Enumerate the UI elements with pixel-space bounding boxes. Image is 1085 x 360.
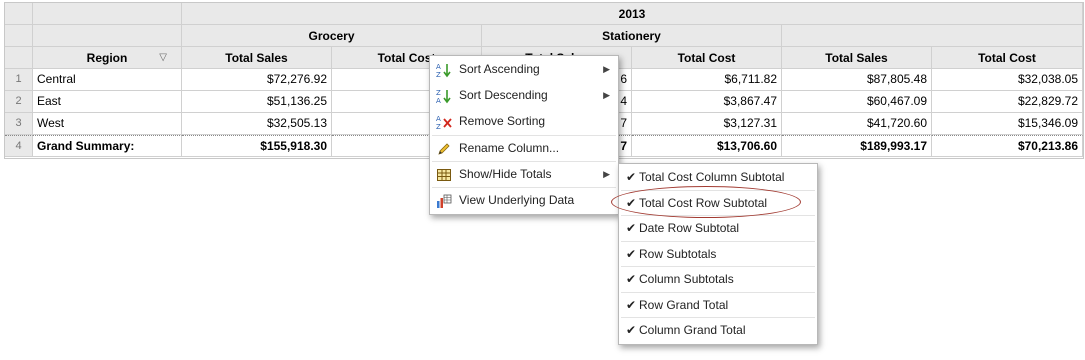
corner-cell <box>5 47 33 69</box>
menu-item-label: Sort Ascending <box>459 62 540 76</box>
sort-ascending-icon: AZ <box>436 61 452 79</box>
value-cell[interactable]: $6,711.82 <box>632 69 782 91</box>
submenu-item-label: Column Grand Total <box>639 323 746 337</box>
highlight-ellipse <box>611 186 801 218</box>
submenu-arrow-icon: ▶ <box>603 64 610 74</box>
value-cell[interactable]: $87,805.48 <box>782 69 932 91</box>
group-header-grocery[interactable]: Grocery <box>182 25 482 47</box>
check-icon: ✔ <box>626 246 637 261</box>
menu-item-sort-ascending[interactable]: AZ Sort Ascending ▶ <box>430 56 618 82</box>
submenu-item[interactable]: ✔ Date Row Subtotal <box>619 215 817 241</box>
value-cell[interactable]: $72,276.92 <box>182 69 332 91</box>
value-cell[interactable]: $51,136.25 <box>182 91 332 113</box>
corner-cell <box>33 25 182 47</box>
submenu-item-label: Row Subtotals <box>639 246 717 261</box>
row-number: 4 <box>5 135 33 157</box>
table-icon <box>436 166 452 182</box>
value-cell[interactable]: $60,467.09 <box>782 91 932 113</box>
submenu-arrow-icon: ▶ <box>603 169 610 179</box>
submenu-item[interactable]: ✔ Column Subtotals <box>619 266 817 292</box>
menu-item-label: View Underlying Data <box>459 193 575 207</box>
value-cell[interactable]: $32,038.05 <box>932 69 1083 91</box>
submenu-item[interactable]: ✔ Row Subtotals <box>619 241 817 267</box>
row-number: 3 <box>5 113 33 135</box>
submenu-item-label: Column Subtotals <box>639 272 734 286</box>
check-icon: ✔ <box>626 323 637 337</box>
value-cell[interactable]: $41,720.60 <box>782 113 932 135</box>
corner-cell <box>5 25 33 47</box>
submenu-item[interactable]: ✔ Row Grand Total <box>619 292 817 318</box>
menu-item-label: Rename Column... <box>459 141 560 155</box>
svg-text:Z: Z <box>436 71 441 78</box>
value-cell[interactable]: $15,346.09 <box>932 113 1083 135</box>
submenu-arrow-icon: ▶ <box>603 90 610 100</box>
summary-cell: $70,213.86 <box>932 135 1083 157</box>
menu-item-sort-descending[interactable]: ZA Sort Descending ▶ <box>430 82 618 108</box>
region-header[interactable]: Region ▽ <box>33 47 182 69</box>
grand-summary-label: Grand Summary: <box>33 135 182 157</box>
row-number: 1 <box>5 69 33 91</box>
region-header-label: Region <box>86 51 128 65</box>
summary-cell: $155,918.30 <box>182 135 332 157</box>
menu-item-label: Remove Sorting <box>459 114 546 128</box>
menu-item-label: Sort Descending <box>459 88 548 102</box>
corner-cell <box>5 3 33 25</box>
menu-item-label: Show/Hide Totals <box>459 167 552 181</box>
corner-cell <box>33 3 182 25</box>
check-icon: ✔ <box>626 297 637 312</box>
menu-item-view-underlying-data[interactable]: View Underlying Data <box>430 187 618 213</box>
menu-item-remove-sorting[interactable]: AZ Remove Sorting <box>430 108 618 134</box>
other-total-sales-header[interactable]: Total Sales <box>782 47 932 69</box>
submenu-item[interactable]: ✔ Column Grand Total <box>619 317 817 343</box>
other-total-cost-header[interactable]: Total Cost <box>932 47 1083 69</box>
value-cell[interactable]: $3,867.47 <box>632 91 782 113</box>
row-number: 2 <box>5 91 33 113</box>
value-cell[interactable]: $32,505.13 <box>182 113 332 135</box>
submenu-item-label: Row Grand Total <box>639 297 729 312</box>
menu-item-rename-column[interactable]: Rename Column... <box>430 135 618 161</box>
svg-text:A: A <box>436 97 441 104</box>
check-icon: ✔ <box>626 272 637 286</box>
summary-cell: $13,706.60 <box>632 135 782 157</box>
value-cell[interactable]: $3,127.31 <box>632 113 782 135</box>
filter-dropdown-icon[interactable]: ▽ <box>159 47 167 68</box>
region-cell[interactable]: East <box>33 91 182 113</box>
sort-descending-icon: ZA <box>436 87 452 105</box>
menu-item-show-hide-totals[interactable]: Show/Hide Totals ▶ <box>430 161 618 187</box>
remove-sorting-icon: AZ <box>436 113 452 131</box>
check-icon: ✔ <box>626 170 637 184</box>
data-view-icon <box>436 192 452 208</box>
context-menu: AZ Sort Ascending ▶ ZA Sort Descending ▶… <box>429 55 619 215</box>
svg-text:Z: Z <box>436 89 441 97</box>
check-icon: ✔ <box>626 221 637 235</box>
year-header[interactable]: 2013 <box>182 3 1083 25</box>
svg-text:Z: Z <box>436 123 441 130</box>
grocery-total-sales-header[interactable]: Total Sales <box>182 47 332 69</box>
submenu-item-label: Date Row Subtotal <box>639 221 740 235</box>
region-cell[interactable]: Central <box>33 69 182 91</box>
svg-text:A: A <box>436 63 441 71</box>
stationery-total-cost-header[interactable]: Total Cost <box>632 47 782 69</box>
group-header-other[interactable] <box>782 25 1083 47</box>
group-header-stationery[interactable]: Stationery <box>482 25 782 47</box>
summary-cell: $189,993.17 <box>782 135 932 157</box>
region-cell[interactable]: West <box>33 113 182 135</box>
svg-text:A: A <box>436 115 441 123</box>
pencil-icon <box>436 140 452 156</box>
value-cell[interactable]: $22,829.72 <box>932 91 1083 113</box>
